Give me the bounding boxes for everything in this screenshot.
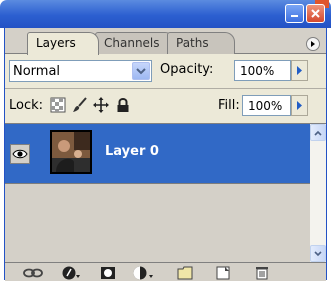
lock-row: Lock: Fill: 100%	[5, 89, 326, 124]
close-button[interactable]	[306, 4, 325, 23]
fill-label: Fill:	[218, 98, 240, 113]
tab-label: Layers	[36, 36, 76, 50]
palette-menu-button[interactable]	[306, 37, 320, 51]
scroll-up-button[interactable]	[310, 124, 326, 141]
opacity-label: Opacity:	[160, 62, 214, 77]
layer-name: Layer 0	[105, 144, 159, 159]
minimize-button[interactable]	[285, 4, 304, 23]
palette-bottom-bar	[5, 262, 326, 281]
tab-paths[interactable]: Paths	[167, 32, 235, 54]
padlock-icon[interactable]	[115, 97, 131, 113]
tab-channels[interactable]: Channels	[95, 32, 175, 54]
move-lock-icon[interactable]	[93, 97, 109, 113]
layers-palette: Channels Paths Layers Normal Opacity: 10…	[4, 28, 327, 281]
tab-label: Paths	[176, 36, 209, 50]
opacity-field[interactable]: 100%	[234, 60, 291, 81]
layers-list: Layer 0	[5, 124, 310, 262]
chevron-down-icon	[314, 250, 322, 256]
tab-strip: Channels Paths Layers	[5, 28, 326, 55]
layer-style-icon[interactable]	[61, 266, 81, 280]
opacity-slider-button[interactable]	[291, 60, 308, 81]
scroll-down-button[interactable]	[310, 245, 326, 262]
layer-row[interactable]: Layer 0	[5, 124, 310, 184]
brush-lock-icon[interactable]	[72, 97, 88, 113]
tab-label: Channels	[104, 36, 160, 50]
chevron-up-icon	[314, 130, 322, 136]
layer-thumbnail	[50, 130, 92, 174]
adjustment-layer-icon[interactable]	[132, 266, 154, 280]
tab-layers[interactable]: Layers	[27, 32, 99, 55]
blend-mode-select[interactable]: Normal	[9, 60, 152, 82]
fill-slider-button[interactable]	[291, 95, 308, 116]
lock-label: Lock:	[9, 98, 44, 113]
link-layers-icon[interactable]	[23, 266, 43, 280]
visibility-toggle[interactable]	[10, 144, 30, 164]
new-layer-icon[interactable]	[216, 266, 230, 280]
chevron-down-icon	[136, 68, 146, 75]
blend-row: Normal Opacity: 100%	[5, 54, 326, 89]
layer-mask-icon[interactable]	[100, 266, 116, 280]
fill-value: 100%	[248, 99, 283, 113]
eye-icon	[12, 149, 28, 159]
trash-icon[interactable]	[255, 266, 269, 280]
dropdown-button[interactable]	[132, 62, 150, 80]
blend-mode-value: Normal	[13, 64, 61, 79]
fill-field[interactable]: 100%	[242, 95, 291, 116]
opacity-value: 100%	[240, 64, 275, 78]
window-titlebar	[0, 0, 331, 28]
transparency-lock-icon[interactable]	[50, 97, 66, 113]
close-icon	[311, 9, 320, 18]
photo-thumbnail-icon	[52, 132, 90, 172]
minimize-icon	[291, 15, 298, 17]
vertical-scrollbar[interactable]	[310, 124, 326, 262]
menu-arrow-icon	[311, 41, 315, 47]
new-group-icon[interactable]	[177, 266, 193, 280]
play-arrow-icon	[297, 101, 302, 110]
play-arrow-icon	[297, 66, 302, 75]
